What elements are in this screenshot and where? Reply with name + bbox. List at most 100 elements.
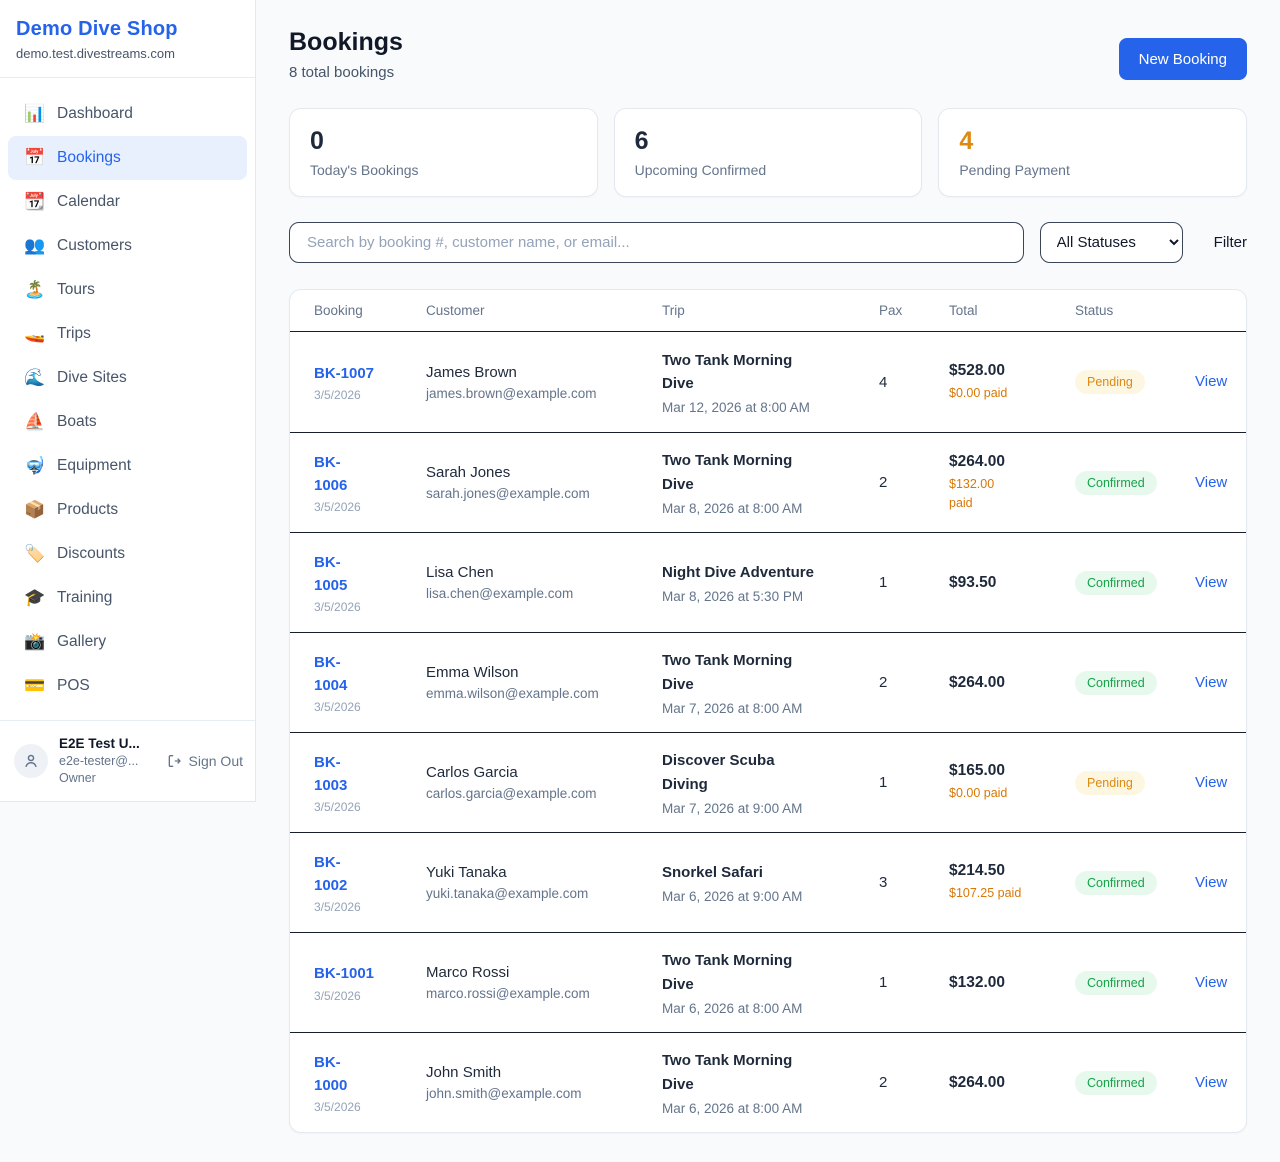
sidebar-item-dive-sites[interactable]: 🌊 Dive Sites: [8, 356, 247, 400]
sidebar-item-calendar[interactable]: 📆 Calendar: [8, 180, 247, 224]
status-filter-select[interactable]: All Statuses: [1040, 222, 1183, 263]
shop-domain: demo.test.divestreams.com: [16, 46, 239, 61]
table-row: BK-1007 3/5/2026 James Brown james.brown…: [290, 332, 1246, 432]
trips-icon: 🚤: [24, 324, 44, 344]
app-root: Demo Dive Shop demo.test.divestreams.com…: [0, 0, 1280, 1162]
booking-id-link[interactable]: BK-1000: [314, 1051, 360, 1098]
sidebar-item-label: POS: [57, 677, 90, 695]
total-amount: $264.00: [949, 453, 1075, 471]
new-booking-button[interactable]: New Booking: [1119, 38, 1247, 80]
status-cell: Pending: [1075, 771, 1195, 795]
total-cell: $264.00: [949, 674, 1075, 692]
sidebar-item-training[interactable]: 🎓 Training: [8, 576, 247, 620]
sidebar-item-label: Bookings: [57, 149, 121, 167]
booking-id-link[interactable]: BK-1005: [314, 551, 360, 598]
customer-cell: Lisa Chen lisa.chen@example.com: [426, 564, 662, 601]
view-link[interactable]: View: [1195, 674, 1227, 691]
total-cell: $132.00: [949, 974, 1075, 992]
booking-cell: BK-1001 3/5/2026: [314, 962, 426, 1002]
view-cell: View: [1195, 874, 1227, 892]
trip-cell: Discover Scuba Diving Mar 7, 2026 at 9:0…: [662, 749, 879, 816]
sidebar-item-bookings[interactable]: 📅 Bookings: [8, 136, 247, 180]
sidebar-item-equipment[interactable]: 🤿 Equipment: [8, 444, 247, 488]
sidebar-item-gallery[interactable]: 📸 Gallery: [8, 620, 247, 664]
column-header-trip: Trip: [662, 303, 879, 318]
pos-icon: 💳: [24, 676, 44, 696]
sidebar-item-dashboard[interactable]: 📊 Dashboard: [8, 92, 247, 136]
table-row: BK-1004 3/5/2026 Emma Wilson emma.wilson…: [290, 632, 1246, 732]
sidebar-item-label: Discounts: [57, 545, 125, 563]
page-title: Bookings: [289, 28, 403, 57]
customer-cell: Emma Wilson emma.wilson@example.com: [426, 664, 662, 701]
total-amount: $528.00: [949, 362, 1075, 380]
status-cell: Confirmed: [1075, 1071, 1195, 1095]
pax-value: 2: [879, 474, 949, 491]
customer-name: John Smith: [426, 1064, 662, 1081]
view-link[interactable]: View: [1195, 574, 1227, 591]
total-bookings-count: 8 total bookings: [289, 64, 403, 81]
trip-cell: Two Tank Morning Dive Mar 6, 2026 at 8:0…: [662, 949, 879, 1016]
sidebar-item-pos[interactable]: 💳 POS: [8, 664, 247, 708]
sidebar-item-customers[interactable]: 👥 Customers: [8, 224, 247, 268]
total-amount: $93.50: [949, 574, 1075, 592]
view-cell: View: [1195, 373, 1227, 391]
customer-email: carlos.garcia@example.com: [426, 786, 662, 801]
pax-value: 1: [879, 774, 949, 791]
stat-label: Today's Bookings: [310, 162, 577, 178]
customer-cell: Sarah Jones sarah.jones@example.com: [426, 464, 662, 501]
view-link[interactable]: View: [1195, 474, 1227, 491]
customer-email: yuki.tanaka@example.com: [426, 886, 662, 901]
sidebar-item-tours[interactable]: 🏝️ Tours: [8, 268, 247, 312]
booking-id-link[interactable]: BK-1001: [314, 962, 374, 985]
view-link[interactable]: View: [1195, 874, 1227, 891]
stat-value: 0: [310, 127, 577, 156]
trip-cell: Two Tank Morning Dive Mar 12, 2026 at 8:…: [662, 349, 879, 416]
status-badge: Confirmed: [1075, 971, 1157, 995]
trip-datetime: Mar 6, 2026 at 8:00 AM: [662, 1001, 879, 1016]
sign-out-button[interactable]: Sign Out: [166, 753, 243, 769]
trip-cell: Two Tank Morning Dive Mar 8, 2026 at 8:0…: [662, 449, 879, 516]
booking-id-link[interactable]: BK-1007: [314, 362, 374, 385]
booking-cell: BK-1003 3/5/2026: [314, 751, 426, 815]
booking-id-link[interactable]: BK-1003: [314, 751, 360, 798]
status-cell: Confirmed: [1075, 471, 1195, 495]
view-link[interactable]: View: [1195, 974, 1227, 991]
booking-id-link[interactable]: BK-1006: [314, 451, 360, 498]
booking-id-link[interactable]: BK-1004: [314, 651, 360, 698]
gallery-icon: 📸: [24, 632, 44, 652]
sidebar-item-discounts[interactable]: 🏷️ Discounts: [8, 532, 247, 576]
sidebar-item-products[interactable]: 📦 Products: [8, 488, 247, 532]
trip-cell: Snorkel Safari Mar 6, 2026 at 9:00 AM: [662, 861, 879, 904]
view-link[interactable]: View: [1195, 373, 1227, 390]
sidebar-item-label: Customers: [57, 237, 132, 255]
trip-name: Two Tank Morning Dive: [662, 949, 814, 996]
view-link[interactable]: View: [1195, 774, 1227, 791]
view-link[interactable]: View: [1195, 1074, 1227, 1091]
booking-cell: BK-1004 3/5/2026: [314, 651, 426, 715]
total-amount: $165.00: [949, 762, 1075, 780]
stat-card-today-s-bookings: 0 Today's Bookings: [289, 108, 598, 197]
status-cell: Confirmed: [1075, 971, 1195, 995]
trip-cell: Two Tank Morning Dive Mar 6, 2026 at 8:0…: [662, 1049, 879, 1116]
total-cell: $214.50 $107.25 paid: [949, 862, 1075, 903]
total-cell: $528.00 $0.00 paid: [949, 362, 1075, 403]
stat-card-upcoming-confirmed: 6 Upcoming Confirmed: [614, 108, 923, 197]
sidebar-item-trips[interactable]: 🚤 Trips: [8, 312, 247, 356]
booking-id-link[interactable]: BK-1002: [314, 851, 360, 898]
sidebar-nav: 📊 Dashboard 📅 Bookings 📆 Calendar 👥 Cust…: [0, 78, 255, 720]
sidebar-item-label: Equipment: [57, 457, 131, 475]
customer-email: lisa.chen@example.com: [426, 586, 662, 601]
trip-name: Night Dive Adventure: [662, 561, 879, 584]
search-input[interactable]: [289, 222, 1024, 263]
view-cell: View: [1195, 474, 1227, 492]
sidebar-item-boats[interactable]: ⛵ Boats: [8, 400, 247, 444]
filter-button[interactable]: Filter: [1214, 234, 1247, 251]
user-name: E2E Test U...: [59, 735, 140, 753]
trip-name: Two Tank Morning Dive: [662, 1049, 814, 1096]
customer-cell: Marco Rossi marco.rossi@example.com: [426, 964, 662, 1001]
shop-name: Demo Dive Shop: [16, 18, 239, 41]
main-content: Bookings 8 total bookings New Booking 0 …: [256, 0, 1280, 1133]
total-amount: $264.00: [949, 1074, 1075, 1092]
column-header-pax: Pax: [879, 303, 949, 318]
view-cell: View: [1195, 1074, 1227, 1092]
